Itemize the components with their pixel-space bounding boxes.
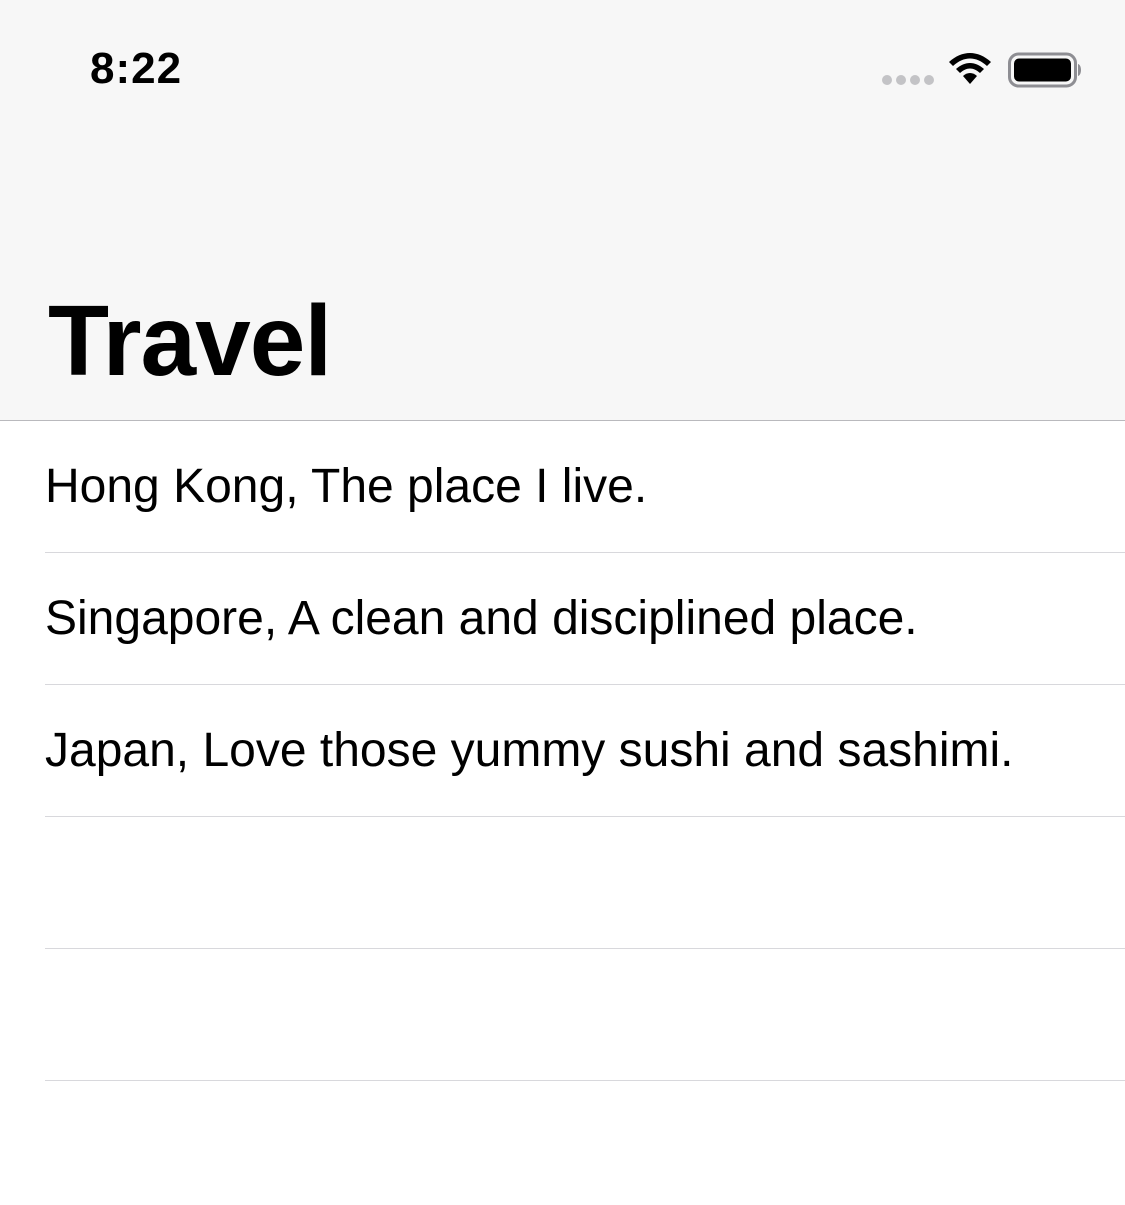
empty-list-item [45,949,1125,1081]
list-item-label: Japan, Love those yummy sushi and sashim… [45,723,1014,777]
list-item[interactable]: Hong Kong, The place I live. [45,421,1125,553]
list-item[interactable]: Japan, Love those yummy sushi and sashim… [45,685,1125,817]
empty-list-item [45,817,1125,949]
battery-icon [1008,52,1081,88]
table-view[interactable]: Hong Kong, The place I live. Singapore, … [0,421,1125,1081]
status-time: 8:22 [90,44,183,93]
list-item-label: Singapore, A clean and disciplined place… [45,591,918,645]
page-title: Travel [48,285,332,397]
screen: 8:22 Travel Hong Kong, The place I live.… [0,0,1125,1205]
list-item-label: Hong Kong, The place I live. [45,459,648,513]
wifi-icon [949,53,991,84]
navigation-bar: 8:22 Travel [0,0,1125,421]
signal-dots-icon [882,75,934,87]
list-item[interactable]: Singapore, A clean and disciplined place… [45,553,1125,685]
